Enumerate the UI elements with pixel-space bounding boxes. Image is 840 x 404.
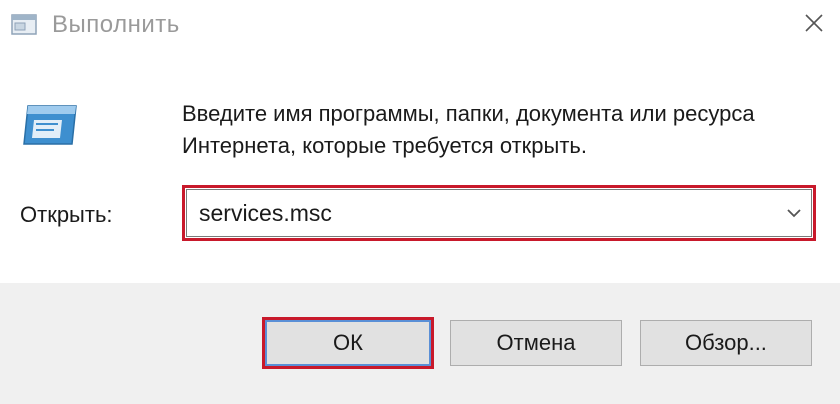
command-input-value[interactable]: services.msc [199,198,332,228]
close-icon [802,11,826,40]
window-title: Выполнить [52,11,180,38]
title-bar: Выполнить [0,0,840,58]
chevron-down-icon[interactable] [783,202,805,224]
cancel-button[interactable]: Отмена [450,320,622,366]
browse-button[interactable]: Обзор... [640,320,812,366]
run-dialog: Выполнить Введите имя программы, папки, … [0,0,840,404]
ok-button[interactable]: ОК [265,320,431,366]
command-input[interactable]: services.msc [186,189,812,237]
instructions-text: Введите имя программы, папки, документа … [182,101,755,158]
open-label: Открыть: [20,202,113,227]
close-button[interactable] [788,0,840,50]
run-app-icon [10,10,40,40]
run-dialog-icon [18,100,80,150]
